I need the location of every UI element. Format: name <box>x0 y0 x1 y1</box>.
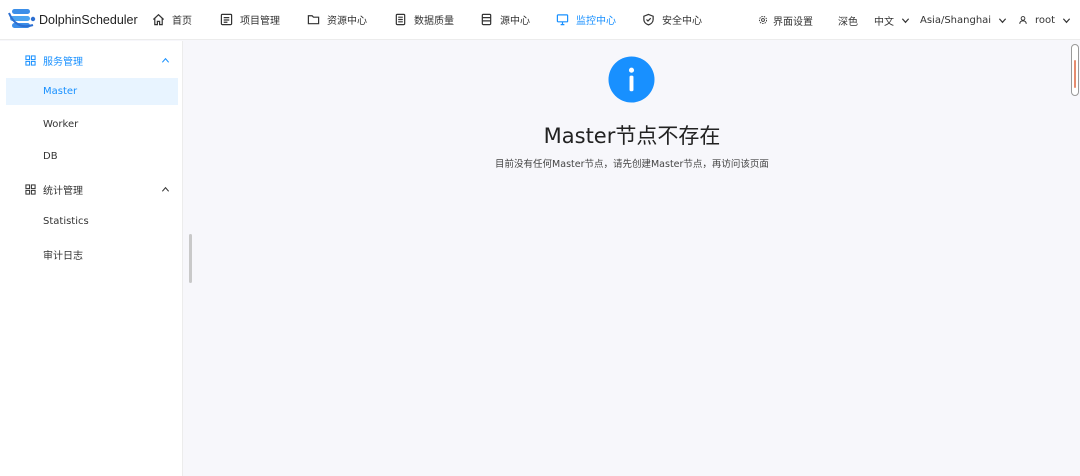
nav-label: 监控中心 <box>576 16 616 27</box>
app-name: DolphinScheduler <box>39 12 138 27</box>
info-icon <box>608 56 655 103</box>
chevron-down-icon <box>901 17 910 23</box>
sidebar-item-label: Worker <box>43 119 79 130</box>
nav-item-security[interactable]: 安全中心 <box>642 0 702 40</box>
empty-state-title: Master节点不存在 <box>543 124 721 148</box>
sidebar-item-label: DB <box>43 151 58 162</box>
user-icon <box>1019 16 1027 24</box>
language-label: 中文 <box>874 16 894 28</box>
chevron-up-icon <box>161 57 170 63</box>
nav-item-home[interactable]: 首页 <box>152 0 192 40</box>
main-scrollbar[interactable] <box>1071 44 1079 96</box>
language-select[interactable]: 中文 <box>874 0 910 40</box>
sidebar-item-label: 审计日志 <box>43 251 83 262</box>
sidebar-item-master[interactable]: Master <box>6 78 178 105</box>
nav-label: 数据质量 <box>414 16 454 27</box>
sidebar-group-label: 服务管理 <box>43 56 83 68</box>
nav-label: 安全中心 <box>662 16 702 27</box>
gear-icon <box>758 15 768 25</box>
top-header: DolphinScheduler 首页 项目管理 资源中心 数据质量 源中心 监… <box>0 0 1080 40</box>
folder-icon <box>307 15 320 25</box>
sidebar-group-label: 统计管理 <box>43 185 83 197</box>
datasource-icon <box>481 13 492 26</box>
sidebar-item-db[interactable]: DB <box>6 143 178 170</box>
nav-label: 源中心 <box>500 16 530 27</box>
sidebar: 服务管理 Master Worker DB 统计管理 Statistics 审计… <box>0 41 183 476</box>
sidebar-item-audit-log[interactable]: 审计日志 <box>6 241 178 268</box>
user-name: root <box>1035 14 1056 26</box>
user-menu[interactable]: root <box>1018 0 1071 40</box>
app-logo[interactable]: DolphinScheduler <box>7 7 145 33</box>
sidebar-item-statistics[interactable]: Statistics <box>6 208 178 235</box>
nav-item-projects[interactable]: 项目管理 <box>220 0 280 40</box>
ui-settings-label: 界面设置 <box>773 16 813 28</box>
sidebar-scrollbar[interactable] <box>189 234 192 283</box>
nav-label: 首页 <box>172 16 192 27</box>
ui-settings-button[interactable]: 界面设置 <box>758 0 813 40</box>
dolphin-logo-icon <box>8 8 36 28</box>
chevron-down-icon <box>1062 17 1071 23</box>
chevron-up-icon <box>161 186 170 192</box>
timezone-label: Asia/Shanghai <box>920 14 992 26</box>
document-icon <box>395 13 406 26</box>
theme-label: 深色 <box>838 16 858 28</box>
nav-item-monitor[interactable]: 监控中心 <box>556 0 616 40</box>
theme-toggle[interactable]: 深色 <box>838 0 858 40</box>
timezone-select[interactable]: Asia/Shanghai <box>920 0 1007 40</box>
home-icon <box>152 13 165 26</box>
sidebar-group-service-management[interactable]: 服务管理 <box>0 47 183 73</box>
sidebar-item-label: Statistics <box>43 216 89 227</box>
grid-icon <box>25 54 36 66</box>
nav-item-datasource[interactable]: 源中心 <box>480 0 530 40</box>
chevron-down-icon <box>998 17 1007 23</box>
sidebar-group-statistics-management[interactable]: 统计管理 <box>0 176 183 202</box>
project-icon <box>220 13 233 26</box>
grid-icon <box>25 183 36 195</box>
empty-state-description: 目前没有任何Master节点，请先创建Master节点，再访问该页面 <box>495 159 769 170</box>
nav-label: 项目管理 <box>240 16 280 27</box>
nav-item-resources[interactable]: 资源中心 <box>307 0 367 40</box>
nav-label: 资源中心 <box>327 16 367 27</box>
nav-item-data-quality[interactable]: 数据质量 <box>394 0 454 40</box>
sidebar-item-worker[interactable]: Worker <box>6 111 178 138</box>
shield-icon <box>643 13 654 26</box>
sidebar-item-label: Master <box>43 86 78 97</box>
monitor-icon <box>556 14 569 26</box>
